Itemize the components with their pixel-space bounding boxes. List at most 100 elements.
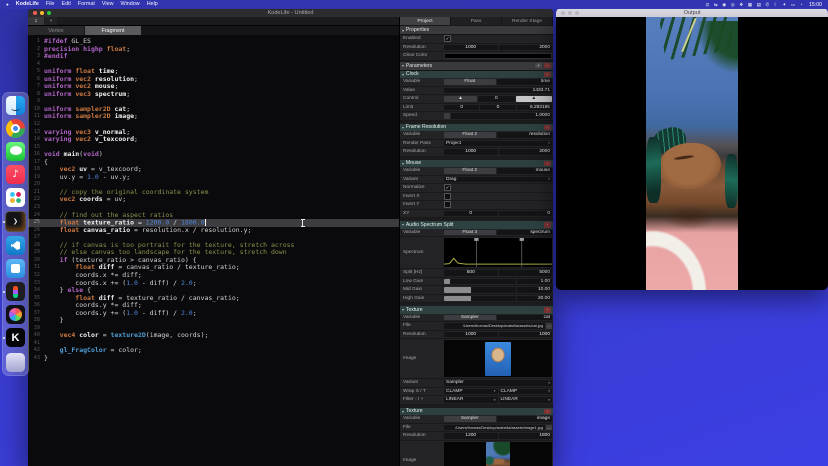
disclosure-triangle-icon[interactable]: ▾: [402, 307, 404, 312]
remove-button[interactable]: -: [544, 161, 551, 167]
button[interactable]: Sampler: [444, 315, 496, 321]
button[interactable]: Float 2: [444, 168, 496, 174]
screen-mirroring-icon[interactable]: ⊡: [705, 0, 709, 9]
apple-menu-icon[interactable]: ●: [6, 0, 9, 9]
zoom-button[interactable]: [47, 11, 51, 15]
file-path-field[interactable]: /Users/thomas/Desktop/arabella/assets/ca…: [444, 323, 545, 329]
button[interactable]: Float 3: [444, 230, 496, 236]
checkbox[interactable]: [444, 193, 451, 200]
slider[interactable]: [444, 296, 516, 302]
minimize-button[interactable]: [568, 11, 572, 15]
button[interactable]: Float 2: [444, 132, 496, 138]
value-field[interactable]: 1000: [444, 149, 498, 155]
value-field[interactable]: 2000: [499, 149, 553, 155]
remove-button[interactable]: -: [544, 409, 551, 415]
grid-icon[interactable]: ▦: [748, 0, 752, 9]
code-line-38[interactable]: 38 }: [28, 317, 399, 325]
add-pass-button[interactable]: +: [45, 17, 57, 25]
code-line-26[interactable]: 26 float canvas_ratio = resolution.x / r…: [28, 227, 399, 235]
section-header-parameters[interactable]: ▾Parameters+-: [400, 61, 553, 71]
value-field[interactable]: cat: [497, 315, 553, 321]
dropdown[interactable]: CLAMP▾: [444, 389, 498, 395]
code-area[interactable]: 1#ifdef GL_ES2precision highp float;3#en…: [28, 35, 399, 363]
code-line-19[interactable]: 19 uv.y = 1.0 - uv.y;: [28, 174, 399, 182]
value-field[interactable]: resolution: [497, 132, 553, 138]
remove-button[interactable]: -: [544, 222, 551, 228]
color-swatch[interactable]: [444, 53, 552, 59]
checkbox[interactable]: ✓: [444, 35, 451, 42]
section-header-frame-resolution[interactable]: ▾Frame Resolution-: [400, 124, 553, 132]
code-line-2[interactable]: 2precision highp float;: [28, 46, 399, 54]
code-line-11[interactable]: 11uniform sampler2D image;: [28, 113, 399, 121]
add-button[interactable]: +: [535, 63, 542, 69]
kodelife-dock-icon[interactable]: [6, 328, 25, 347]
value-field[interactable]: 2000: [499, 45, 553, 51]
dropdown[interactable]: Sampler▾: [444, 380, 552, 386]
value-field[interactable]: 0: [499, 211, 553, 217]
disclosure-triangle-icon[interactable]: ▾: [402, 63, 404, 68]
close-button[interactable]: [33, 11, 37, 15]
section-header-audio-spectrum-split[interactable]: ▾Audio Spectrum Split-: [400, 221, 553, 229]
remove-button[interactable]: -: [544, 63, 551, 69]
value-field[interactable]: 6.283185: [517, 105, 552, 111]
spark-icon[interactable]: ✦: [783, 0, 787, 9]
messages-dock-icon[interactable]: [6, 142, 25, 161]
menu-clock[interactable]: 15:00: [809, 2, 822, 8]
dropdown[interactable]: Project▾: [444, 141, 552, 147]
music-dock-icon[interactable]: [6, 165, 25, 184]
value-field[interactable]: 20.00: [517, 296, 552, 302]
sync-icon[interactable]: ⇆: [714, 0, 718, 9]
section-header-mouse[interactable]: ▾Mouse-: [400, 160, 553, 168]
pass-tab[interactable]: 1: [28, 17, 44, 25]
button[interactable]: ▲: [444, 96, 477, 102]
value-field[interactable]: 1000: [444, 332, 498, 338]
value-field[interactable]: spectrum: [497, 230, 553, 236]
disclosure-triangle-icon[interactable]: ▾: [402, 222, 404, 227]
value-field[interactable]: 0: [480, 105, 515, 111]
value-field[interactable]: 1800: [499, 433, 553, 439]
value-field[interactable]: 1000: [444, 45, 498, 51]
active-button[interactable]: ▲: [516, 96, 552, 102]
clock-icon[interactable]: ◔: [800, 0, 803, 9]
code-line-16[interactable]: 16void main(void): [28, 151, 399, 159]
value-field[interactable]: 5000: [499, 270, 553, 276]
disclosure-triangle-icon[interactable]: ▾: [402, 409, 404, 414]
figma-dock-icon[interactable]: [6, 282, 25, 301]
kodelife-titlebar[interactable]: KodeLife - Untitled: [28, 8, 553, 17]
dropdown[interactable]: CLAMP▾: [499, 389, 553, 395]
slider[interactable]: [444, 287, 516, 293]
tab-render-stage[interactable]: Render Stage: [502, 17, 553, 25]
value-field[interactable]: 500: [444, 270, 498, 276]
value-field[interactable]: 0: [444, 105, 479, 111]
value-field[interactable]: 1200: [444, 433, 498, 439]
browse-button[interactable]: …: [546, 425, 552, 431]
value-field[interactable]: time: [497, 79, 553, 85]
terminal-dock-icon[interactable]: [5, 211, 26, 232]
code-line-3[interactable]: 3#endif: [28, 53, 399, 61]
vscode-dock-icon[interactable]: [6, 236, 25, 255]
spectrum-graph[interactable]: [444, 238, 552, 267]
value-field[interactable]: 0: [478, 96, 515, 102]
chrome-dock-icon[interactable]: [6, 119, 25, 138]
tab-project[interactable]: Project: [400, 17, 451, 25]
menu-app-name[interactable]: KodeLife: [16, 0, 39, 9]
slack-dock-icon[interactable]: [6, 188, 25, 207]
value-field[interactable]: 10.00: [517, 287, 552, 293]
blue-app-dock-icon[interactable]: [6, 259, 25, 278]
tab-vertex[interactable]: Vertex: [28, 26, 84, 35]
output-titlebar[interactable]: Output: [556, 8, 828, 17]
code-line-42[interactable]: 42 gl_FragColor = color;: [28, 347, 399, 355]
section-header-clock[interactable]: ▾Clock-: [400, 71, 553, 79]
checkbox[interactable]: [444, 201, 451, 208]
menu-item-format[interactable]: Format: [78, 0, 95, 9]
slider[interactable]: [444, 279, 516, 285]
menu-item-file[interactable]: File: [46, 0, 55, 9]
menu-item-edit[interactable]: Edit: [62, 0, 71, 9]
value-field[interactable]: 1433.71: [444, 88, 552, 94]
value-field[interactable]: 0: [444, 211, 498, 217]
value-field[interactable]: image: [497, 416, 553, 422]
value-field[interactable]: 1.0000: [451, 113, 552, 119]
menu-item-window[interactable]: Window: [121, 0, 140, 9]
disclosure-triangle-icon[interactable]: ▾: [402, 28, 404, 33]
file-path-field[interactable]: /Users/thomas/Desktop/arabella/assets/im…: [444, 425, 545, 431]
